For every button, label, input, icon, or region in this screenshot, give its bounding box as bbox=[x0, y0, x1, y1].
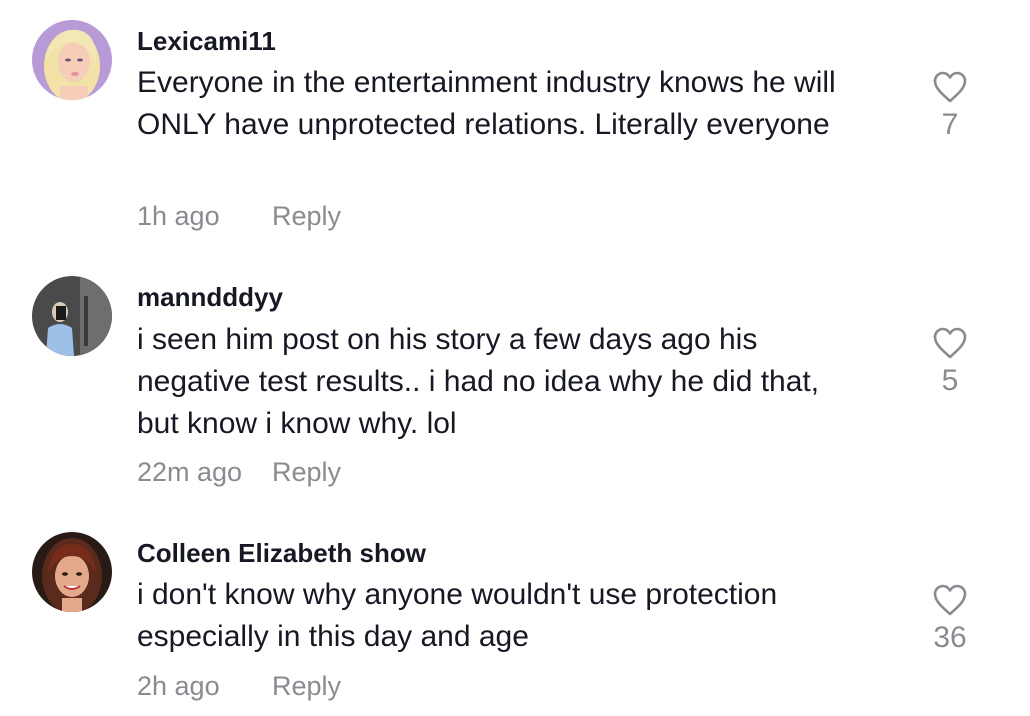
comment-username[interactable]: Colleen Elizabeth show bbox=[137, 538, 426, 569]
avatar[interactable] bbox=[32, 276, 112, 356]
portrait-avatar-icon bbox=[32, 532, 112, 612]
like-button[interactable]: 36 bbox=[920, 583, 980, 655]
like-button[interactable]: 5 bbox=[920, 326, 980, 398]
reply-button[interactable]: Reply bbox=[272, 457, 341, 488]
like-button[interactable]: 7 bbox=[920, 70, 980, 142]
heart-outline-icon bbox=[933, 71, 967, 103]
comment-text: Everyone in the entertainment industry k… bbox=[137, 66, 836, 141]
comment-meta: 2h ago Reply bbox=[137, 671, 341, 702]
comment-timestamp: 22m ago bbox=[137, 457, 243, 487]
like-count: 36 bbox=[933, 621, 967, 654]
avatar[interactable] bbox=[32, 20, 112, 100]
comment-text: i don't know why anyone wouldn't use pro… bbox=[137, 578, 778, 653]
reply-button[interactable]: Reply bbox=[272, 671, 341, 702]
comment-meta: 22m ago Reply bbox=[137, 457, 341, 488]
comment-username[interactable]: Lexicami11 bbox=[137, 26, 276, 57]
heart-outline-icon bbox=[933, 327, 967, 359]
heart-outline-icon bbox=[933, 584, 967, 616]
comment-timestamp: 1h ago bbox=[137, 201, 220, 231]
like-count: 5 bbox=[941, 364, 959, 397]
comment-timestamp: 2h ago bbox=[137, 671, 220, 701]
like-count: 7 bbox=[941, 108, 959, 141]
mirror-selfie-avatar-icon bbox=[32, 276, 112, 356]
comment-text: i seen him post on his story a few days … bbox=[137, 323, 820, 440]
reply-button[interactable]: Reply bbox=[272, 201, 341, 232]
blonde-doll-avatar-icon bbox=[32, 20, 112, 100]
comment-meta: 1h ago Reply bbox=[137, 201, 341, 232]
avatar[interactable] bbox=[32, 532, 112, 612]
comment-username[interactable]: manndddyy bbox=[137, 282, 283, 313]
